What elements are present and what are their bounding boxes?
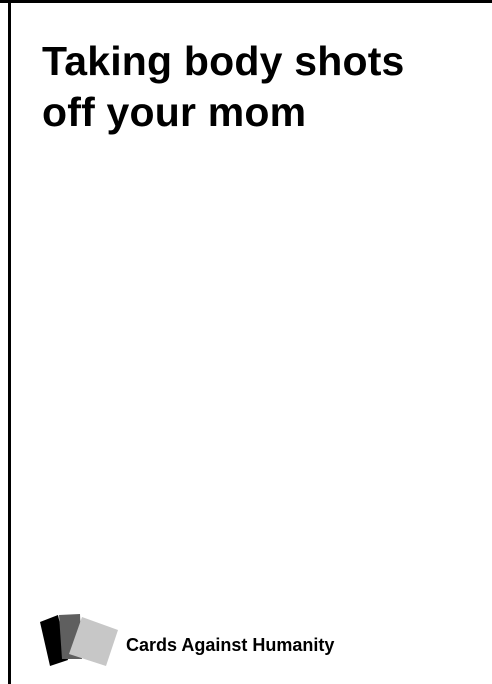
card-text-line-2: off your mom xyxy=(42,89,307,135)
card-text-line-1: Taking body shots xyxy=(42,38,405,84)
white-card: Taking body shots off your mom Cards Aga… xyxy=(0,0,492,684)
card-top-edge xyxy=(0,0,492,3)
brand-name: Cards Against Humanity xyxy=(126,635,335,655)
card-left-edge xyxy=(8,0,11,684)
stacked-cards-icon xyxy=(40,614,118,666)
card-text: Taking body shots off your mom xyxy=(42,36,462,138)
